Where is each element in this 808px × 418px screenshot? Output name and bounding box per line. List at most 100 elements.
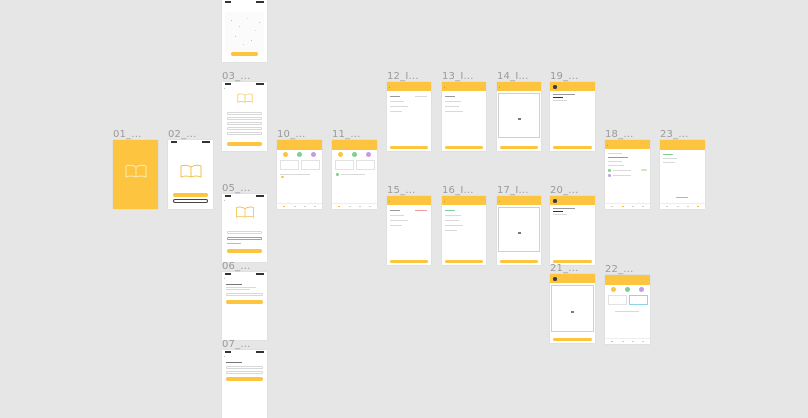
category-icon-1[interactable]: [611, 287, 616, 292]
class-card[interactable]: [301, 160, 320, 170]
tab-profile-icon[interactable]: [642, 340, 644, 342]
list-item[interactable]: [613, 170, 631, 171]
action-button[interactable]: [553, 146, 592, 149]
submit-button[interactable]: [445, 146, 483, 149]
tab-classes-icon[interactable]: [622, 205, 624, 207]
form-row[interactable]: [390, 111, 402, 112]
form-row[interactable]: [390, 106, 408, 107]
forgot-password-link[interactable]: [227, 243, 241, 244]
frame-21-upload[interactable]: 21_...: [550, 263, 595, 343]
upload-area[interactable]: [498, 207, 540, 252]
frame-23-profile[interactable]: 23_...: [660, 129, 705, 209]
profile-row[interactable]: [663, 154, 673, 155]
frame-14-upload[interactable]: 14_I... ‹: [497, 71, 541, 151]
form-row[interactable]: [445, 96, 455, 97]
back-arrow-icon[interactable]: ‹: [224, 198, 225, 202]
tab-classes-icon[interactable]: [677, 205, 679, 207]
reset-button[interactable]: [226, 377, 263, 381]
form-row[interactable]: [390, 101, 404, 102]
upload-area[interactable]: [498, 93, 540, 138]
form-row[interactable]: [390, 220, 408, 221]
frame-11-home[interactable]: 11_...: [332, 129, 377, 209]
list-item[interactable]: [280, 174, 310, 175]
list-item[interactable]: [613, 175, 631, 176]
password-field[interactable]: [227, 122, 262, 125]
frame-12-form[interactable]: 12_I... ‹: [387, 71, 431, 151]
tab-profile-icon[interactable]: [314, 205, 316, 207]
submit-button[interactable]: [500, 260, 538, 263]
submit-button[interactable]: [390, 260, 428, 263]
back-arrow-icon[interactable]: ‹: [499, 86, 500, 89]
frame-17-upload[interactable]: 17_I... ‹: [497, 185, 541, 265]
submit-button[interactable]: [500, 146, 538, 149]
frame-18-list[interactable]: 18_... ‹: [605, 129, 650, 209]
form-row[interactable]: [445, 215, 461, 216]
tab-profile-icon[interactable]: [369, 205, 371, 207]
form-row[interactable]: [445, 106, 459, 107]
login-button[interactable]: [173, 193, 208, 197]
frame-19-detail[interactable]: 19_...: [550, 71, 595, 151]
signup-button[interactable]: [173, 199, 208, 203]
back-arrow-icon[interactable]: ‹: [224, 276, 225, 280]
back-arrow-icon[interactable]: ‹: [224, 86, 225, 90]
tab-home-icon[interactable]: [283, 205, 285, 207]
email-field[interactable]: [227, 231, 262, 234]
frame-00-partial[interactable]: [222, 0, 267, 62]
form-row[interactable]: [445, 111, 463, 112]
tab-classes-icon[interactable]: [294, 205, 296, 207]
tab-profile-icon[interactable]: [642, 205, 644, 207]
confirm-password-field[interactable]: [226, 371, 263, 374]
frame-02-welcome[interactable]: 02_...: [168, 129, 213, 209]
primary-button[interactable]: [231, 52, 258, 56]
submit-button[interactable]: [445, 260, 483, 263]
back-arrow-icon[interactable]: ‹: [499, 200, 500, 203]
tab-home-icon[interactable]: [338, 205, 340, 207]
back-arrow-icon[interactable]: ‹: [389, 86, 390, 89]
tab-messages-icon[interactable]: [359, 205, 361, 207]
category-icon-2[interactable]: [297, 152, 302, 157]
confirm-password-field[interactable]: [227, 127, 262, 130]
tab-classes-icon[interactable]: [622, 340, 624, 342]
class-card[interactable]: [356, 160, 375, 170]
tab-profile-icon[interactable]: [697, 205, 699, 207]
category-icon-3[interactable]: [639, 287, 644, 292]
submit-button[interactable]: [390, 146, 428, 149]
class-card[interactable]: [335, 160, 354, 170]
frame-07-reset-password[interactable]: 07_... ‹: [222, 339, 267, 418]
frame-20-detail[interactable]: 20_...: [550, 185, 595, 265]
new-password-field[interactable]: [226, 366, 263, 369]
tab-home-icon[interactable]: [666, 205, 668, 207]
category-icon-2[interactable]: [352, 152, 357, 157]
list-item[interactable]: [608, 157, 628, 158]
class-card[interactable]: [608, 295, 627, 305]
signup-submit-button[interactable]: [227, 142, 262, 146]
upload-area[interactable]: [551, 285, 594, 332]
tab-messages-icon[interactable]: [687, 205, 689, 207]
phone-field[interactable]: [227, 132, 262, 135]
tab-home-icon[interactable]: [611, 340, 613, 342]
form-row[interactable]: [390, 215, 404, 216]
tab-messages-icon[interactable]: [304, 205, 306, 207]
form-row[interactable]: [390, 210, 400, 211]
frame-10-home[interactable]: 10_...: [277, 129, 322, 209]
class-card[interactable]: [629, 295, 648, 305]
list-item[interactable]: [608, 165, 624, 166]
form-row[interactable]: [445, 220, 459, 221]
category-icon-1[interactable]: [283, 152, 288, 157]
tab-messages-icon[interactable]: [632, 205, 634, 207]
back-arrow-icon[interactable]: ‹: [444, 86, 445, 89]
password-field[interactable]: [227, 237, 262, 240]
back-arrow-icon[interactable]: ‹: [607, 144, 608, 147]
profile-row[interactable]: [663, 162, 675, 163]
category-icon-1[interactable]: [338, 152, 343, 157]
frame-22-home[interactable]: 22_...: [605, 264, 650, 344]
category-icon-2[interactable]: [625, 287, 630, 292]
frame-03-signup[interactable]: 03_... ‹: [222, 71, 267, 151]
form-row[interactable]: [445, 230, 457, 231]
frame-15-form[interactable]: 15_... ‹: [387, 185, 431, 265]
category-icon-3[interactable]: [311, 152, 316, 157]
login-submit-button[interactable]: [227, 249, 262, 253]
form-row[interactable]: [445, 225, 463, 226]
name-field[interactable]: [227, 112, 262, 115]
tab-messages-icon[interactable]: [632, 340, 634, 342]
